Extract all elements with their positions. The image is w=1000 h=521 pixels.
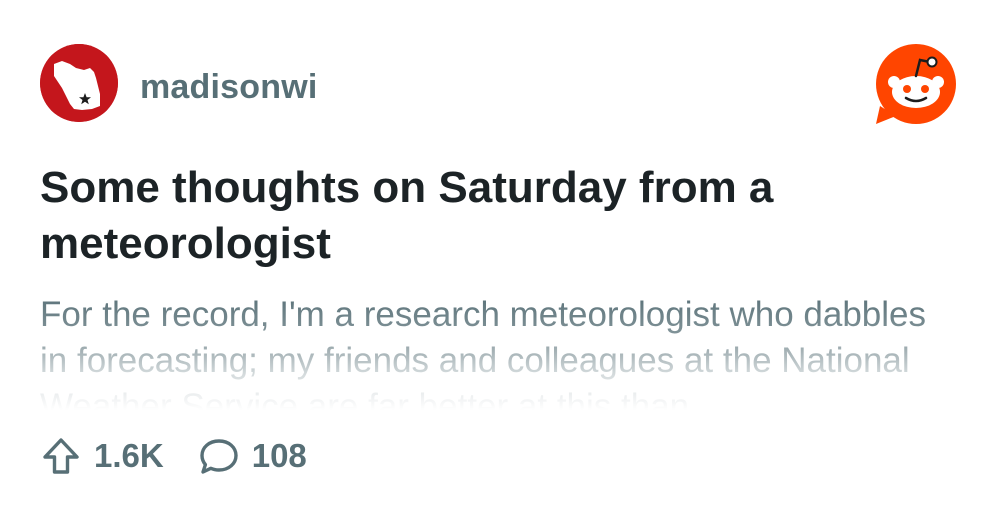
- comments-button[interactable]: 108: [198, 435, 307, 477]
- post-body-preview[interactable]: For the record, I'm a research meteorolo…: [40, 292, 960, 410]
- post-body-text: For the record, I'm a research meteorolo…: [40, 295, 926, 410]
- reddit-snoo-logo: [876, 44, 956, 124]
- upvote-count: 1.6K: [94, 437, 164, 474]
- subreddit-avatar[interactable]: [40, 44, 118, 122]
- comment-bubble-icon: [198, 435, 240, 477]
- post-footer: 1.6K 108: [40, 432, 341, 480]
- upvote-button[interactable]: 1.6K: [40, 435, 164, 477]
- upvote-arrow-icon: [40, 435, 82, 477]
- subreddit-name[interactable]: madisonwi: [140, 68, 318, 107]
- post-header: madisonwi: [40, 44, 960, 126]
- post-card[interactable]: madisonwi Some thoughts on Saturday from…: [0, 0, 1000, 521]
- comment-count: 108: [251, 437, 307, 474]
- reddit-logo[interactable]: [872, 44, 960, 128]
- wisconsin-state-icon: [40, 44, 118, 122]
- post-title[interactable]: Some thoughts on Saturday from a meteoro…: [40, 160, 940, 272]
